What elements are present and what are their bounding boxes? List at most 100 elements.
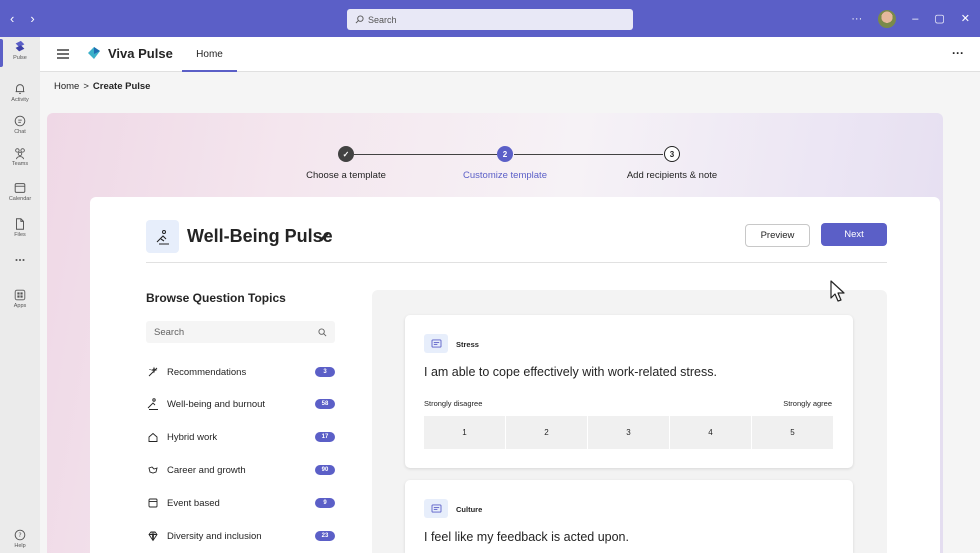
wellbeing-icon [147,398,158,410]
topic-item-recommendations[interactable]: Recommendations 3 [146,362,335,382]
rail-item-calendar[interactable]: Calendar [0,181,40,202]
rating-scale: 1 2 3 4 5 [424,416,833,449]
rail-label-teams: Teams [11,161,29,167]
topic-item-career[interactable]: Career and growth 90 [146,460,335,480]
pencil-edit-icon[interactable] [317,230,331,244]
topics-search-placeholder: Search [154,326,185,338]
card-icon [431,339,441,348]
rating-option-2[interactable]: 2 [506,416,587,449]
step-3-label[interactable]: Add recipients & note [627,170,717,181]
app-name: Viva Pulse [108,46,173,61]
topic-count-badge: 58 [315,399,335,409]
back-button[interactable]: ‹ [10,11,14,26]
more-options-button[interactable]: ··· [851,13,862,25]
rail-item-help[interactable]: ? Help [0,528,40,549]
chat-icon [14,115,26,127]
rating-option-3[interactable]: 3 [588,416,669,449]
header-divider [146,262,887,263]
rating-option-1[interactable]: 1 [424,416,505,449]
avatar[interactable] [878,9,897,28]
pulse-icon [15,40,25,52]
scale-high-label: Strongly agree [783,399,832,408]
rail-label-activity: Activity [11,97,29,103]
home-icon [148,432,158,442]
topic-count-badge: 90 [315,465,335,475]
preview-button[interactable]: Preview [745,224,810,247]
step-3-marker[interactable]: 3 [664,146,680,162]
template-icon [146,220,179,253]
next-button[interactable]: Next [821,223,887,246]
topic-item-hybrid-work[interactable]: Hybrid work 17 [146,427,335,447]
breadcrumb-home[interactable]: Home [54,81,79,92]
event-icon [148,498,158,508]
header-more-button[interactable]: ··· [952,46,964,60]
topics-search-input[interactable]: Search [146,321,335,343]
diamond-icon [148,531,158,542]
topic-item-well-being[interactable]: Well-being and burnout 58 [146,394,335,414]
question-card-culture[interactable]: Culture I feel like my feedback is acted… [405,480,853,553]
breadcrumb-current: Create Pulse [92,81,151,92]
question-text: I am able to cope effectively with work-… [424,365,717,379]
rail-label-pulse: Pulse [13,55,27,61]
rail-label-calendar: Calendar [8,196,32,202]
topic-item-event-based[interactable]: Event based 9 [146,493,335,513]
card-icon [431,504,441,513]
rail-label-chat: Chat [14,129,26,135]
viva-pulse-logo-icon [88,47,100,59]
step-2-marker[interactable]: 2 [497,146,513,162]
rating-option-4[interactable]: 4 [670,416,751,449]
topic-item-diversity[interactable]: Diversity and inclusion 23 [146,526,335,546]
close-button[interactable]: ✕ [961,12,970,25]
question-category-icon [424,499,448,518]
rail-item-more[interactable] [0,253,40,267]
mouse-pointer-icon [830,280,845,302]
rail-item-apps[interactable]: Apps [0,288,40,309]
tab-home[interactable]: Home [182,37,237,72]
question-category: Culture [456,505,483,514]
sparkle-icon [148,366,158,377]
apps-icon [14,289,26,301]
rating-option-5[interactable]: 5 [752,416,833,449]
question-card-stress[interactable]: Stress I am able to cope effectively wit… [405,315,853,468]
teams-icon [15,148,25,160]
topic-count-badge: 9 [315,498,335,508]
rail-label-files: Files [14,232,26,238]
topic-label: Hybrid work [167,431,218,443]
minimize-button[interactable]: – [912,13,918,25]
topic-label: Recommendations [167,366,247,378]
scale-low-label: Strongly disagree [424,399,483,408]
svg-text:?: ? [18,532,21,539]
rail-item-activity[interactable]: Activity [0,82,40,103]
file-icon [16,218,24,230]
question-text: I feel like my feedback is acted upon. [424,530,629,544]
customize-card: Well-Being Pulse Preview Next Browse Que… [90,197,940,553]
rail-item-pulse[interactable]: Pulse [0,40,40,61]
rail-item-teams[interactable]: Teams [0,146,40,167]
maximize-button[interactable]: ▢ [934,12,944,25]
step-1-check-icon[interactable]: ✓ [338,146,354,162]
career-icon [148,466,158,474]
help-icon: ? [14,529,26,541]
search-icon [318,327,327,336]
step-1-label[interactable]: Choose a template [306,170,386,181]
rail-item-chat[interactable]: Chat [0,114,40,135]
global-search-input[interactable]: Search [347,9,633,30]
bell-icon [15,84,25,94]
topic-count-badge: 17 [315,432,335,442]
step-2-label[interactable]: Customize template [463,170,547,181]
search-icon [355,15,364,24]
rail-item-files[interactable]: Files [0,217,40,238]
topic-label: Diversity and inclusion [167,530,262,542]
question-category: Stress [456,340,479,349]
calendar-icon [14,183,26,193]
breadcrumb: Home > Create Pulse [54,81,150,92]
topics-heading: Browse Question Topics [146,291,286,305]
topic-count-badge: 23 [315,531,335,541]
hamburger-menu-icon[interactable] [56,47,70,61]
global-search-placeholder: Search [368,14,397,25]
app-rail: Pulse Activity Chat Teams Calendar Files… [0,37,40,553]
topic-count-badge: 3 [315,367,335,377]
forward-button[interactable]: › [30,11,34,26]
question-category-icon [424,334,448,353]
topic-label: Event based [167,497,220,509]
